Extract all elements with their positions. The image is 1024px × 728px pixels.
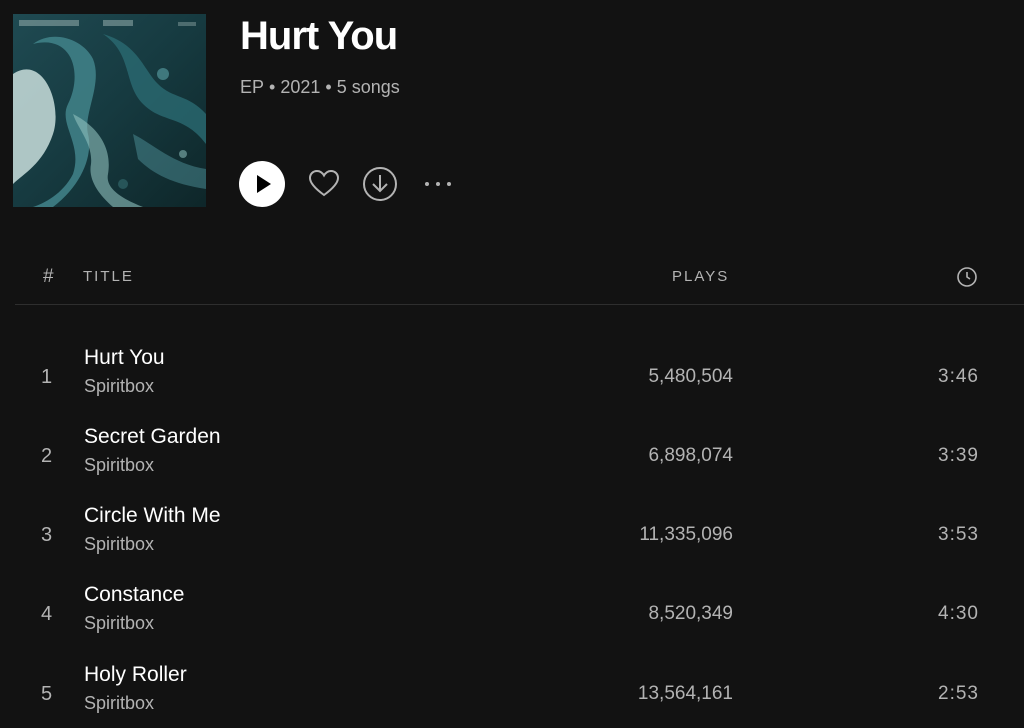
play-button[interactable] [239,161,285,207]
download-icon [363,167,397,201]
album-year: 2021 [280,77,321,97]
track-artist-link[interactable]: Spiritbox [84,693,154,714]
track-number: 5 [41,683,53,705]
track-title: Secret Garden [84,425,221,448]
play-icon [257,175,271,193]
track-row[interactable]: 5 Holy Roller Spiritbox 13,564,161 2:53 [15,663,1024,728]
track-plays: 13,564,161 [637,683,733,704]
like-button[interactable] [307,167,341,201]
album-meta: EP • 2021 • 5 songs [240,77,400,98]
track-title: Constance [84,583,185,606]
album-cover [13,14,206,207]
track-number: 3 [41,524,53,546]
track-duration: 2:53 [938,683,979,704]
track-duration: 3:39 [938,445,979,466]
album-title: Hurt You [240,14,398,58]
track-title: Holy Roller [84,663,187,686]
more-horizontal-icon [425,182,451,186]
track-duration: 4:30 [938,603,979,624]
more-options-button[interactable] [420,168,456,200]
track-row[interactable]: 1 Hurt You Spiritbox 5,480,504 3:46 [15,346,1024,418]
header-title: TITLE [83,268,134,285]
header-plays: PLAYS [672,268,730,285]
track-artist-link[interactable]: Spiritbox [84,455,154,476]
album-song-count: 5 songs [336,77,400,97]
track-plays: 5,480,504 [648,366,733,387]
download-button[interactable] [362,166,398,202]
album-type: EP [240,77,265,97]
meta-separator: • [269,77,276,97]
track-plays: 8,520,349 [648,603,733,624]
track-artist-link[interactable]: Spiritbox [84,613,154,634]
track-number: 1 [41,366,53,388]
track-plays: 11,335,096 [639,524,733,545]
track-artist-link[interactable]: Spiritbox [84,534,154,555]
heart-icon [308,169,340,197]
track-row[interactable]: 3 Circle With Me Spiritbox 11,335,096 3:… [15,504,1024,576]
album-page: Hurt You EP • 2021 • 5 songs # TITLE PLAYS [0,0,1024,728]
track-title: Hurt You [84,346,165,369]
track-artist-link[interactable]: Spiritbox [84,376,154,397]
header-number: # [43,266,54,287]
meta-separator: • [325,77,332,97]
track-plays: 6,898,074 [648,445,733,466]
track-duration: 3:53 [938,524,979,545]
track-row[interactable]: 4 Constance Spiritbox 8,520,349 4:30 [15,583,1024,655]
tracklist-header: # TITLE PLAYS [15,256,1024,305]
track-duration: 3:46 [938,366,979,387]
clock-icon [956,266,978,288]
track-number: 4 [41,603,53,625]
track-title: Circle With Me [84,504,221,527]
track-number: 2 [41,445,53,467]
track-row[interactable]: 2 Secret Garden Spiritbox 6,898,074 3:39 [15,425,1024,497]
